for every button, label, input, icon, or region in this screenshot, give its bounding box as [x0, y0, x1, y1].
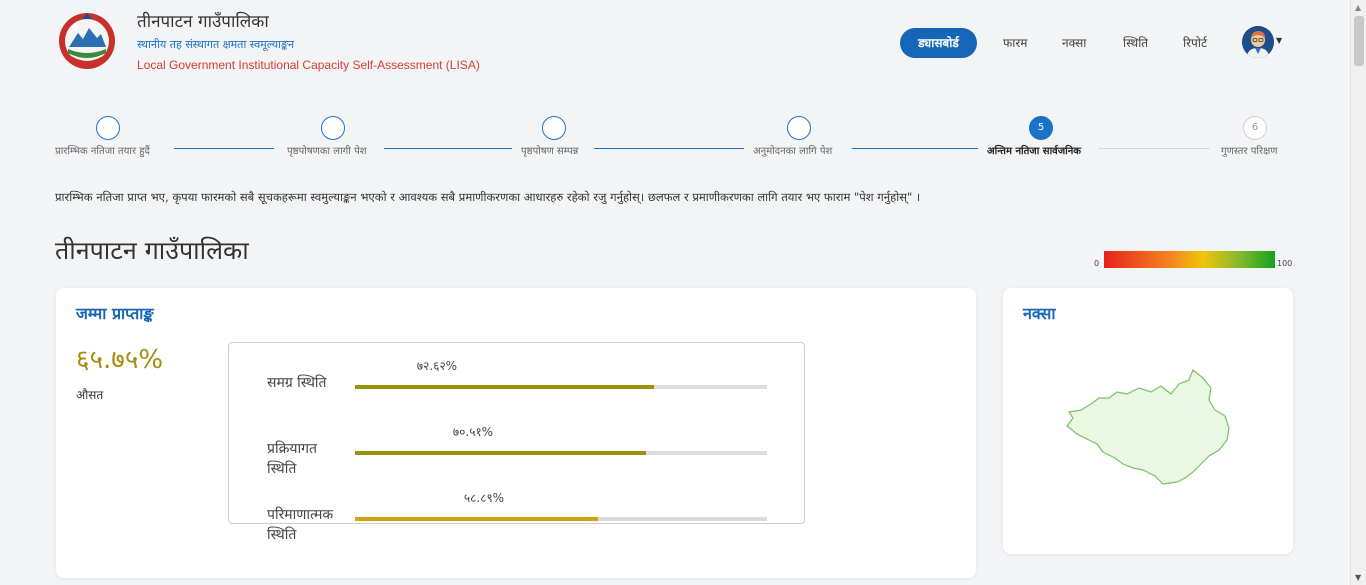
step-1-circle[interactable] — [96, 116, 120, 140]
nav-report-link[interactable]: रिपोर्ट — [1183, 28, 1207, 58]
municipality-logo[interactable] — [56, 11, 118, 71]
nav-status-link[interactable]: स्थिति — [1123, 28, 1148, 58]
score-breakdown-panel: ७२.६२% समग्र स्थिति ७०.५१% प्रक्रियागत स… — [228, 342, 806, 543]
legend-gradient-bar — [1104, 251, 1275, 268]
step-4-label: अनुमोदनका लागि पेश — [753, 146, 833, 157]
org-name: तीनपाटन गाउँपालिका — [137, 12, 269, 32]
step-3-label: पृष्ठपोषण सम्पन्न — [521, 146, 579, 157]
step-2-label: पृष्ठपोषणका लागी पेश — [287, 146, 367, 157]
progress-stepper: प्रारम्भिक नतिजा तयार हुदैं पृष्ठपोषणका … — [0, 110, 1350, 160]
legend-min-label: 0 — [1094, 259, 1100, 268]
scroll-thumb[interactable] — [1354, 16, 1364, 66]
step-connector — [174, 148, 274, 149]
map-card-title: नक्सा — [1023, 304, 1056, 323]
step-1-label: प्रारम्भिक नतिजा तयार हुदैं — [55, 146, 150, 157]
step-5-label: अन्तिम नतिजा सार्वजनिक — [987, 146, 1081, 157]
page-title: तीनपाटन गाउँपालिका — [55, 236, 249, 265]
step-2-circle[interactable] — [321, 116, 345, 140]
user-avatar[interactable] — [1242, 26, 1274, 58]
nav-form-link[interactable]: फारम — [1003, 28, 1027, 58]
user-avatar-icon — [1242, 26, 1274, 58]
scroll-up-arrow-icon[interactable]: ▲ — [1355, 3, 1361, 12]
app-header: तीनपाटन गाउँपालिका स्थानीय तह संस्थागत क… — [0, 0, 1350, 90]
score-bar-row: ७०.५१% प्रक्रियागत स्थिति — [229, 419, 806, 479]
scroll-down-arrow-icon[interactable]: ▼ — [1355, 573, 1361, 582]
bar-fill — [355, 517, 598, 521]
step-3-circle[interactable] — [542, 116, 566, 140]
user-menu-caret-icon[interactable]: ▼ — [1276, 36, 1282, 45]
total-score-value: ६५.७५% — [76, 345, 164, 375]
org-subtitle: स्थानीय तह संस्थागत क्षमता स्वमूल्याङ्कन — [137, 38, 295, 51]
score-card-title: जम्मा प्राप्ताङ्क — [76, 304, 154, 323]
bar-track — [355, 385, 767, 389]
bar-percent-label: ७२.६२% — [416, 359, 458, 373]
bar-track — [355, 451, 767, 455]
page-scrollbar[interactable]: ▲ ▼ — [1350, 0, 1366, 585]
nav-map-link[interactable]: नक्सा — [1062, 28, 1086, 58]
step-connector — [1098, 148, 1210, 149]
step-6-circle[interactable]: 6 — [1243, 116, 1267, 140]
org-subtitle-en: Local Government Institutional Capacity … — [137, 58, 480, 72]
bar-category-label: प्रक्रियागत स्थिति — [267, 441, 317, 477]
step-connector — [594, 148, 744, 149]
instruction-text: प्रारम्भिक नतिजा प्राप्त भए, कृपया फारमक… — [55, 190, 921, 204]
step-connector — [852, 148, 978, 149]
step-connector — [384, 148, 512, 149]
step-6-label: गुणस्तर परिक्षण — [1221, 146, 1278, 157]
bar-category-label: समग्र स्थिति — [267, 375, 327, 391]
municipality-map-shape[interactable] — [1053, 368, 1243, 508]
bar-percent-label: ७०.५१% — [452, 425, 494, 439]
bar-fill — [355, 451, 646, 455]
legend-max-label: 100 — [1277, 259, 1293, 268]
score-bar-row: ५८.८९% परिमाणात्मक स्थिति — [229, 485, 806, 545]
score-bar-row: ७२.६२% समग्र स्थिति — [229, 353, 806, 413]
step-4-circle[interactable] — [787, 116, 811, 140]
bar-track — [355, 517, 767, 521]
step-5-circle[interactable]: 5 — [1029, 116, 1053, 140]
bar-category-label: परिमाणात्मक स्थिति — [267, 507, 334, 543]
bar-fill — [355, 385, 655, 389]
average-label: औसत — [76, 388, 104, 402]
map-card: नक्सा — [1003, 288, 1293, 554]
total-score-card: जम्मा प्राप्ताङ्क ६५.७५% औसत ७२.६२% समग्… — [56, 288, 976, 578]
score-color-legend: 0 100 — [1094, 250, 1304, 272]
nav-dashboard-button[interactable]: ड्यासबोर्ड — [900, 28, 977, 58]
bar-percent-label: ५८.८९% — [463, 491, 505, 505]
